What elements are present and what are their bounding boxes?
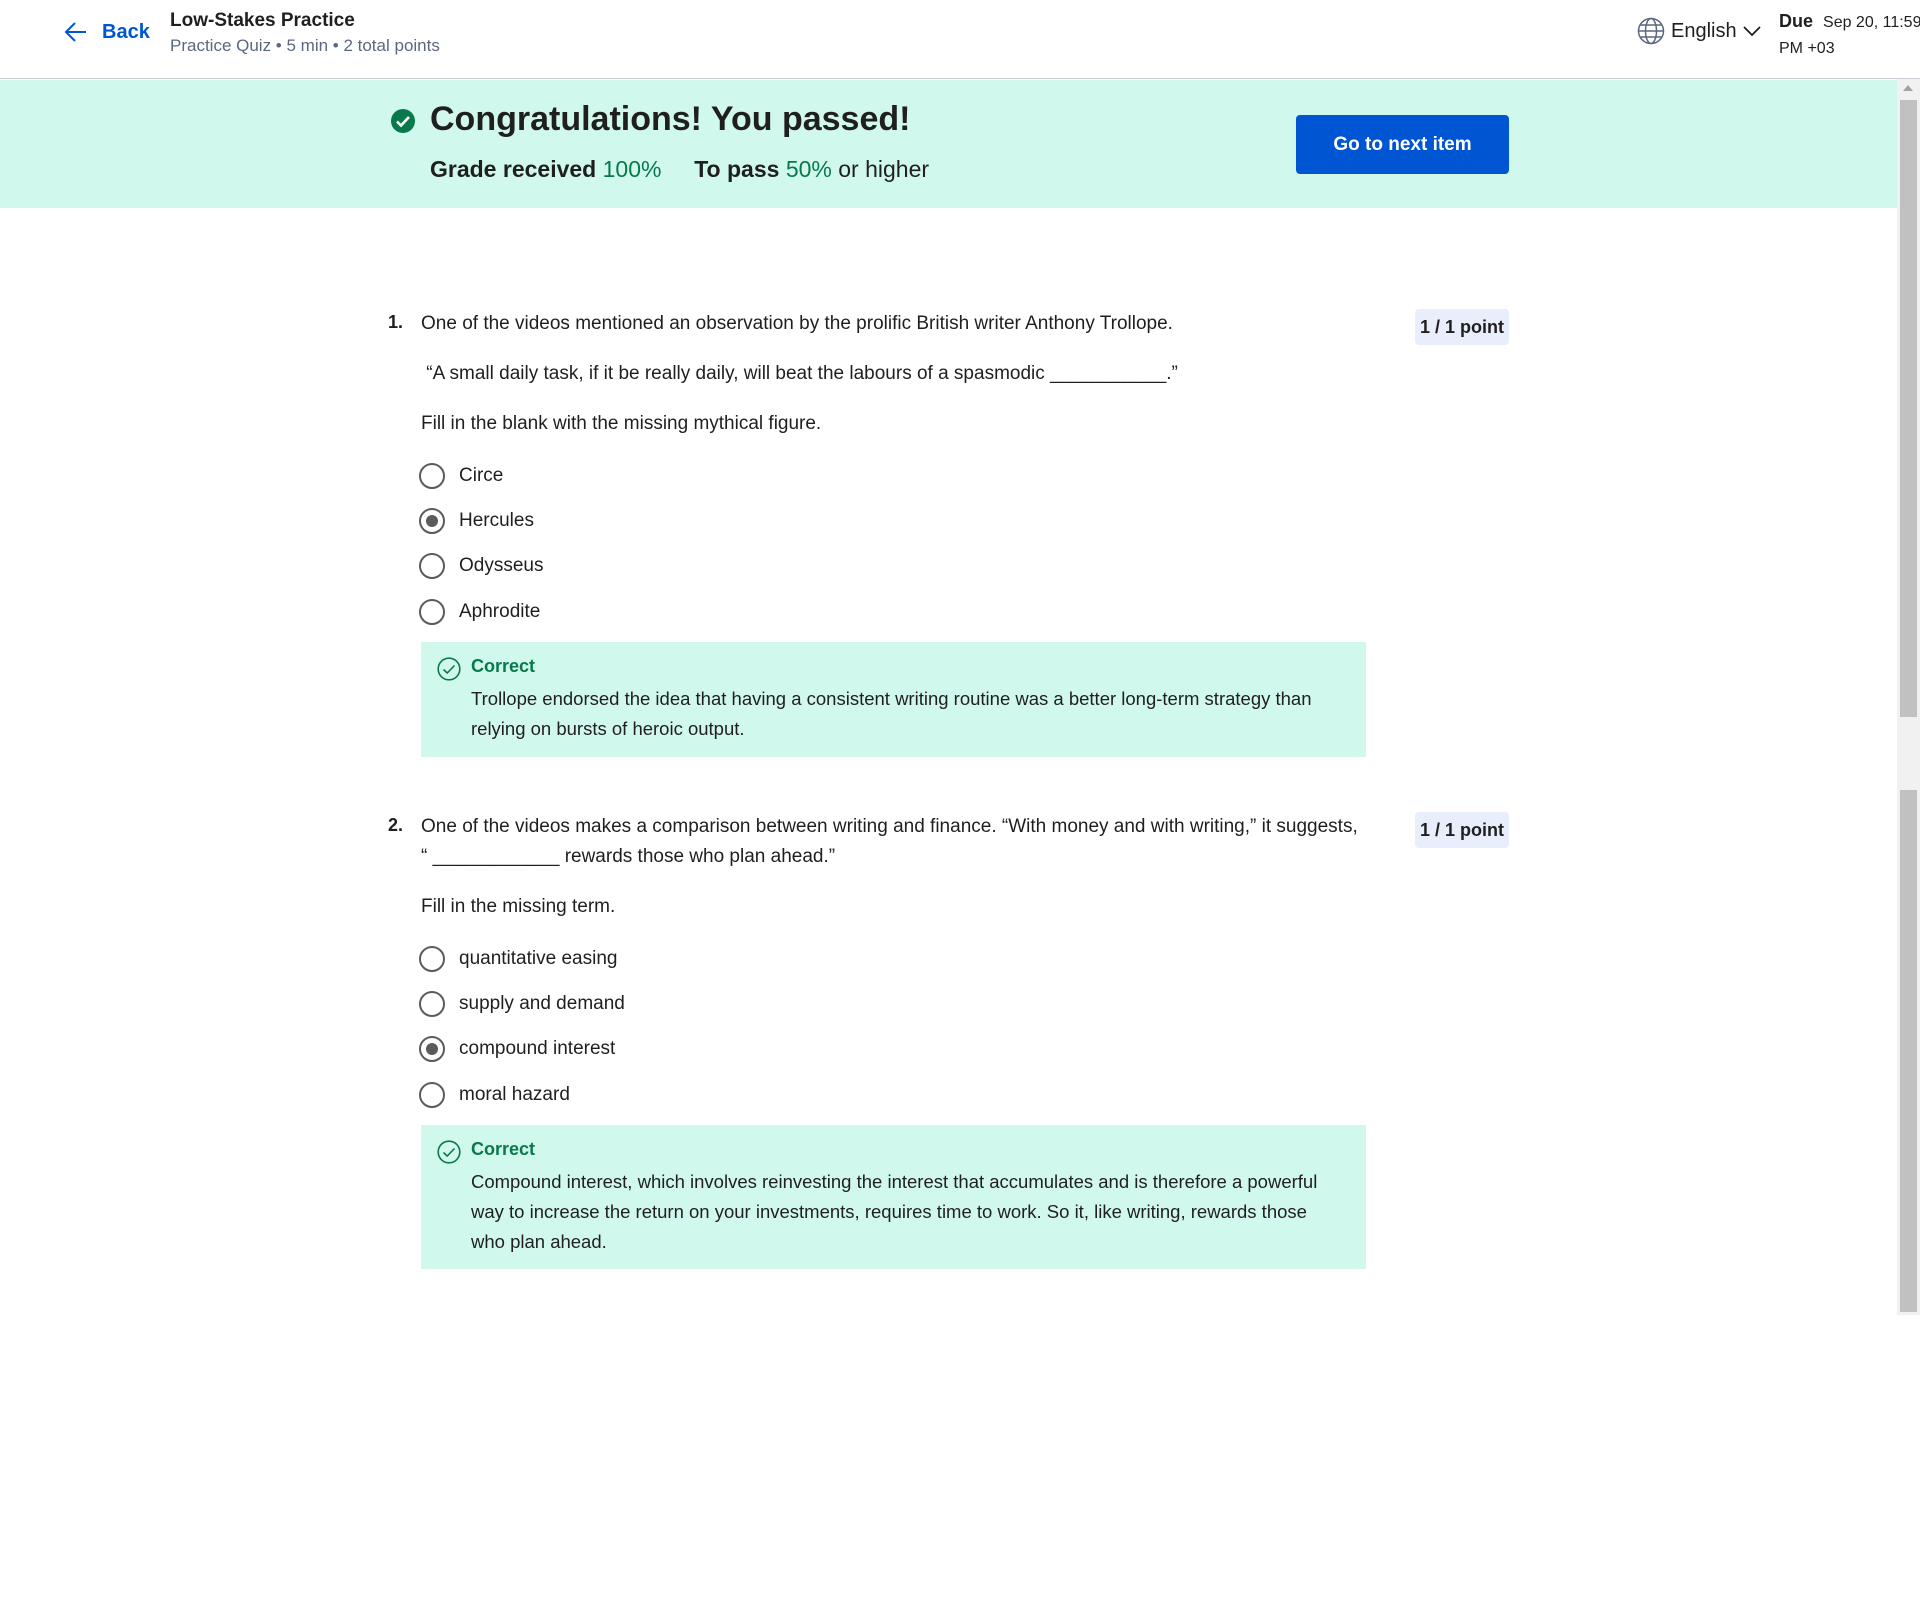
due-date-line2: PM +03 [1779, 40, 1835, 57]
back-button[interactable]: Back [64, 20, 150, 44]
scroll-up-arrow-icon[interactable] [1903, 85, 1913, 91]
question-text: One of the videos makes a comparison bet… [421, 816, 1358, 867]
feedback-text: Compound interest, which involves reinve… [471, 1171, 1318, 1252]
pass-title: Congratulations! You passed! [430, 100, 911, 138]
option-radio[interactable]: supply and demand [419, 989, 625, 1019]
scrollbar-thumb[interactable] [1900, 100, 1917, 717]
radio-unselected-icon [419, 1082, 445, 1108]
question-quote: “A small daily task, if it be really dai… [421, 363, 1178, 384]
language-dropdown[interactable]: English [1637, 17, 1761, 45]
question-number: 2. [388, 815, 404, 835]
option-radio[interactable]: compound interest [419, 1034, 615, 1064]
radio-unselected-icon [419, 463, 445, 489]
option-label: quantitative easing [459, 948, 618, 969]
arrow-left-icon [64, 22, 86, 42]
pass-label: To pass [694, 156, 780, 182]
question-text: One of the videos mentioned an observati… [421, 313, 1173, 334]
option-label: supply and demand [459, 993, 625, 1014]
chevron-down-icon [1742, 26, 1761, 37]
option-label: Hercules [459, 510, 534, 531]
radio-unselected-icon [419, 553, 445, 579]
radio-unselected-icon [419, 991, 445, 1017]
radio-unselected-icon [419, 599, 445, 625]
option-label: Odysseus [459, 555, 544, 576]
question-instruction: Fill in the missing term. [421, 896, 616, 917]
question-instruction: Fill in the blank with the missing mythi… [421, 413, 822, 434]
due-date-line1: Sep 20, 11:59 [1823, 14, 1920, 31]
points-badge: 1 / 1 point [1415, 309, 1509, 345]
option-label: compound interest [459, 1038, 616, 1059]
due-date: Due Sep 20, 11:59 PM +03 [1779, 8, 1920, 62]
language-label: English [1671, 19, 1737, 42]
feedback-text: Trollope endorsed the idea that having a… [471, 688, 1312, 739]
radio-selected-icon [419, 1036, 445, 1062]
quiz-title-block: Low-Stakes Practice Practice Quiz • 5 mi… [170, 8, 440, 58]
feedback-status: Correct [471, 656, 536, 676]
grade-label: Grade received [430, 156, 597, 182]
quiz-subtitle: Practice Quiz • 5 min • 2 total points [170, 36, 440, 55]
feedback-status: Correct [471, 1139, 536, 1159]
radio-selected-icon [419, 508, 445, 534]
pass-suffix: or higher [838, 156, 930, 182]
grade-summary: Grade received 100% To pass 50% or highe… [430, 156, 929, 183]
due-label: Due [1779, 11, 1814, 31]
check-circle-outline-icon [437, 657, 461, 681]
option-label: Circe [459, 465, 504, 486]
globe-icon [1637, 17, 1665, 45]
radio-unselected-icon [419, 946, 445, 972]
feedback-box: Correct Trollope endorsed the idea that … [421, 642, 1366, 757]
option-label: Aphrodite [459, 601, 541, 622]
check-circle-outline-icon [437, 1140, 461, 1164]
grade-value: 100% [602, 156, 662, 182]
question-number: 1. [388, 312, 404, 332]
vertical-scrollbar[interactable] [1897, 79, 1920, 1315]
back-label: Back [102, 20, 150, 43]
go-to-next-item-button[interactable]: Go to next item [1296, 115, 1509, 174]
quiz-title: Low-Stakes Practice [170, 10, 355, 31]
scrollbar-track-segment [1900, 790, 1917, 1312]
option-radio[interactable]: Hercules [419, 506, 534, 536]
option-radio[interactable]: Aphrodite [419, 597, 540, 627]
option-radio[interactable]: Circe [419, 461, 503, 491]
result-banner [0, 80, 1897, 208]
option-radio[interactable]: Odysseus [419, 551, 543, 581]
top-header: Back Low-Stakes Practice Practice Quiz •… [0, 0, 1920, 79]
points-badge: 1 / 1 point [1415, 812, 1509, 848]
pass-value: 50% [785, 156, 832, 182]
option-label: moral hazard [459, 1084, 570, 1105]
option-radio[interactable]: moral hazard [419, 1080, 570, 1110]
check-circle-icon [391, 109, 415, 133]
feedback-box: Correct Compound interest, which involve… [421, 1125, 1366, 1269]
option-radio[interactable]: quantitative easing [419, 944, 617, 974]
